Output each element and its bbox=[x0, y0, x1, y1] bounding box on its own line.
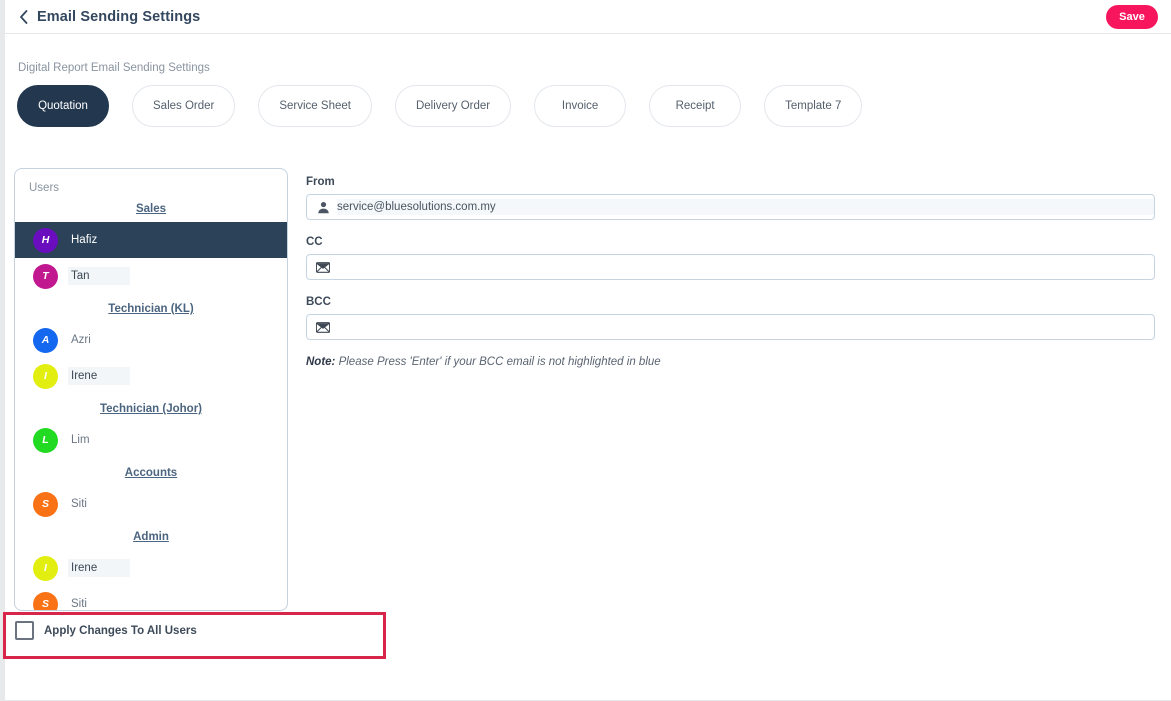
section-subtitle: Digital Report Email Sending Settings bbox=[18, 62, 210, 74]
tab-label: Receipt bbox=[675, 100, 715, 112]
user-row[interactable]: T Tan bbox=[15, 258, 287, 294]
user-row[interactable]: L Lim bbox=[15, 422, 287, 458]
user-name: Irene bbox=[68, 367, 130, 385]
user-name: Hafiz bbox=[71, 234, 98, 246]
user-row[interactable]: S Siti bbox=[15, 586, 287, 610]
user-name: Tan bbox=[68, 267, 130, 285]
tab-template-7[interactable]: Template 7 bbox=[764, 85, 863, 127]
envelope-icon bbox=[316, 260, 330, 274]
tab-quotation[interactable]: Quotation bbox=[17, 85, 109, 127]
bcc-input[interactable] bbox=[337, 319, 1154, 335]
page-root: Email Sending Settings Save Digital Repo… bbox=[0, 0, 1171, 701]
tab-label: Template 7 bbox=[785, 100, 842, 112]
user-row[interactable]: A Azri bbox=[15, 322, 287, 358]
user-group-header: Accounts bbox=[124, 467, 178, 479]
bcc-label: BCC bbox=[306, 296, 331, 308]
tab-label: Delivery Order bbox=[415, 100, 491, 112]
user-group-header: Admin bbox=[133, 531, 169, 543]
bcc-field[interactable] bbox=[306, 314, 1155, 340]
avatar: I bbox=[33, 363, 58, 389]
tab-label: Service Sheet bbox=[279, 100, 351, 112]
person-icon bbox=[316, 200, 330, 214]
user-row[interactable]: S Siti bbox=[15, 486, 287, 522]
tab-service-sheet[interactable]: Service Sheet bbox=[258, 85, 372, 127]
avatar: S bbox=[33, 591, 58, 610]
avatar: S bbox=[33, 491, 58, 517]
users-list: Sales H Hafiz T Tan Technician (KL) A Azri I Iren… bbox=[15, 194, 287, 610]
tab-delivery-order[interactable]: Delivery Order bbox=[394, 85, 512, 127]
note-text: Please Press 'Enter' if your BCC email i… bbox=[335, 356, 661, 368]
page-title: Email Sending Settings bbox=[37, 8, 201, 25]
user-row[interactable]: I Irene bbox=[15, 550, 287, 586]
tab-label: Invoice bbox=[561, 100, 599, 112]
cc-field[interactable] bbox=[306, 254, 1155, 280]
user-group-header: Sales bbox=[135, 203, 167, 215]
tab-invoice[interactable]: Invoice bbox=[534, 85, 627, 127]
avatar: I bbox=[33, 555, 58, 581]
users-panel: Users Sales H Hafiz T Tan Technician (KL) A Azr… bbox=[14, 168, 288, 611]
user-name: Irene bbox=[68, 559, 130, 577]
tab-sales-order[interactable]: Sales Order bbox=[132, 85, 236, 127]
tab-receipt[interactable]: Receipt bbox=[649, 85, 742, 127]
envelope-icon bbox=[316, 320, 330, 334]
avatar: A bbox=[33, 327, 58, 353]
from-field[interactable] bbox=[306, 194, 1155, 220]
user-row[interactable]: I Irene bbox=[15, 358, 287, 394]
user-group-header: Technician (KL) bbox=[108, 303, 194, 315]
user-row[interactable]: H Hafiz bbox=[15, 222, 287, 258]
from-label: From bbox=[306, 176, 335, 188]
cc-input[interactable] bbox=[337, 259, 1154, 275]
user-name: Lim bbox=[71, 434, 90, 446]
from-input[interactable] bbox=[337, 199, 1154, 215]
cc-label: CC bbox=[306, 236, 323, 248]
left-gutter bbox=[0, 0, 5, 701]
apply-all-checkbox[interactable] bbox=[15, 621, 34, 640]
chevron-left-icon[interactable] bbox=[18, 9, 29, 24]
apply-all-row[interactable]: Apply Changes To All Users bbox=[15, 621, 197, 640]
avatar: H bbox=[33, 227, 58, 253]
template-tab-list: Quotation Sales Order Service Sheet Deliver… bbox=[17, 85, 885, 127]
bcc-note: Note: Please Press 'Enter' if your BCC e… bbox=[306, 356, 1155, 368]
avatar: T bbox=[33, 263, 58, 289]
email-settings-form: From CC BCC bbox=[306, 176, 1155, 368]
apply-all-highlight: Apply Changes To All Users bbox=[3, 612, 386, 659]
user-name: Siti bbox=[71, 598, 87, 610]
user-name: Azri bbox=[71, 334, 91, 346]
save-button[interactable]: Save bbox=[1106, 5, 1158, 29]
top-header-bar: Email Sending Settings Save bbox=[5, 0, 1171, 34]
apply-all-label: Apply Changes To All Users bbox=[44, 624, 197, 637]
users-panel-label: Users bbox=[29, 182, 60, 194]
note-prefix: Note: bbox=[306, 356, 336, 368]
tab-label: Quotation bbox=[38, 100, 88, 112]
tab-label: Sales Order bbox=[153, 100, 215, 112]
user-group-header: Technician (Johor) bbox=[99, 403, 203, 415]
avatar: L bbox=[33, 427, 58, 453]
user-name: Siti bbox=[71, 498, 87, 510]
